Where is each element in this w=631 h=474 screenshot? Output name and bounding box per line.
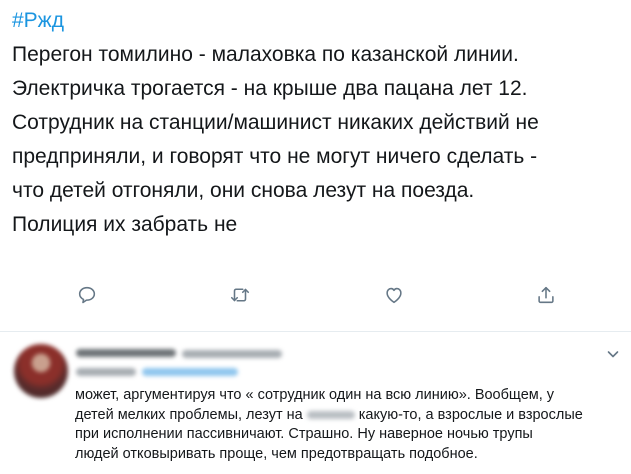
share-icon[interactable] [535,284,559,308]
reply-line: может, аргументируя что « сотрудник один… [75,387,555,403]
blurred-word [306,410,355,419]
reply-line: детей мелких проблемы, лезут на какую-то,… [75,406,615,426]
reply-line-end: какую-то, а взрослые и взрослые [358,406,583,423]
reply-text: может, аргументируя что « сотрудник один… [75,386,615,464]
chevron-down-icon[interactable] [605,346,621,362]
tweet-line: что детей отгоняли, они снова лезут на п… [12,179,475,202]
hashtag-link[interactable]: #Ржд [12,7,64,35]
reply-line: людей отковыривать проще, чем предотвращ… [75,445,478,462]
blurred-display-name [76,349,176,357]
blurred-mention-link[interactable] [142,368,238,376]
tweet-line: Электричка трогается - на крыше два паца… [12,77,528,100]
tweet-text: Перегон томилино - малаховка по казанско… [12,38,624,242]
reply-tweet[interactable]: может, аргументируя что « сотрудник один… [0,332,631,474]
avatar[interactable] [14,344,68,398]
reply-line: при исполнении пассивничают. Страшно. Ну… [75,426,533,442]
tweet-line: предприняли, и говорят что не могут ниче… [12,145,538,168]
tweet-line: Полиция их забрать не [12,213,238,236]
tweet-line: Сотрудник на станции/машинист никаких де… [12,111,539,134]
blurred-reply-context [76,368,136,376]
blurred-handle [182,350,282,358]
tweet-line: Перегон томилино - малаховка по казанско… [12,43,519,66]
reply-icon[interactable] [76,284,100,308]
retweet-icon[interactable] [229,284,253,308]
reply-line-start: детей мелких проблемы, лезут на [75,406,303,423]
like-icon[interactable] [383,284,407,308]
tweet-action-bar [0,284,631,316]
